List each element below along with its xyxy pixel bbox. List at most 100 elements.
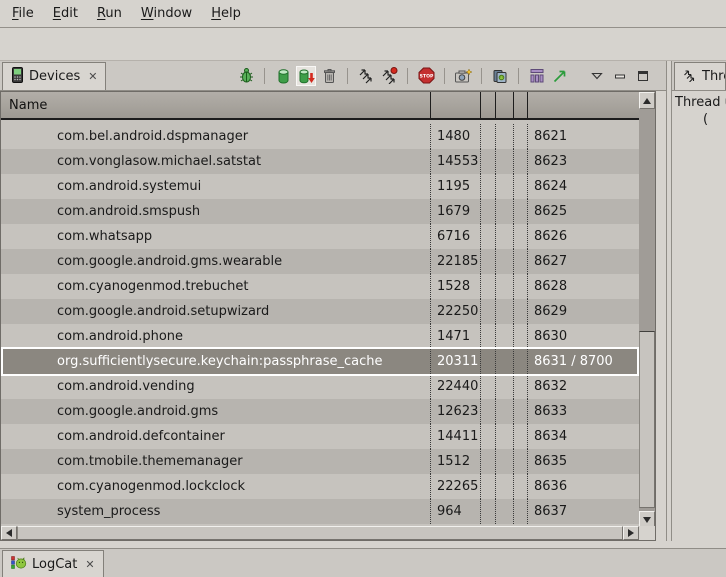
- cell-name: com.google.android.gms: [1, 399, 430, 424]
- cell-pid: 22265: [430, 474, 480, 499]
- cell-n2: [495, 149, 513, 174]
- cell-port: 8633: [527, 399, 639, 424]
- devices-tabbar: Devices ✕: [0, 61, 666, 91]
- capture-device-screen-icon[interactable]: [491, 67, 509, 85]
- cell-port: 8632: [527, 374, 639, 399]
- cell-port: 8634: [527, 424, 639, 449]
- cell-n1: [480, 474, 495, 499]
- cell-port: 8636: [527, 474, 639, 499]
- cell-name: system_process: [1, 499, 430, 524]
- vertical-scroll-thumb[interactable]: [639, 331, 655, 508]
- scroll-right-button[interactable]: [623, 526, 639, 540]
- table-row[interactable]: com.whatsapp67168626: [1, 224, 639, 249]
- cell-name: com.android.smspush: [1, 199, 430, 224]
- column-header-heap[interactable]: [495, 92, 513, 118]
- cell-name: com.google.android.gms.wearable: [1, 249, 430, 274]
- scroll-up-button[interactable]: [639, 92, 655, 109]
- toolbar-separator: [347, 68, 348, 84]
- cell-pid: 1528: [430, 274, 480, 299]
- vertical-scrollbar[interactable]: [639, 92, 655, 528]
- logcat-icon: [11, 555, 27, 574]
- column-header-status[interactable]: [513, 92, 527, 118]
- table-row[interactable]: com.google.android.gms12623 8633: [1, 399, 639, 424]
- devices-table: Name com.bel.android.dspmanager14808621c…: [0, 91, 656, 541]
- cell-name: com.google.android.setupwizard: [1, 299, 430, 324]
- logcat-panel: LogCat ✕: [0, 548, 726, 577]
- cell-n3: [513, 399, 527, 424]
- cell-name: com.android.systemui: [1, 174, 430, 199]
- table-row[interactable]: com.android.phone14718630: [1, 324, 639, 349]
- table-row[interactable]: org.sufficientlysecure.keychain:passphra…: [1, 349, 639, 374]
- menu-file[interactable]: File: [10, 4, 36, 23]
- table-row[interactable]: com.cyanogenmod.trebuchet15288628: [1, 274, 639, 299]
- table-row[interactable]: com.cyanogenmod.lockclock222658636: [1, 474, 639, 499]
- cell-port: 8625: [527, 199, 639, 224]
- close-icon[interactable]: ✕: [85, 559, 94, 570]
- cell-n3: [513, 124, 527, 149]
- table-row[interactable]: com.google.android.setupwizard222508629: [1, 299, 639, 324]
- column-header-port[interactable]: [527, 92, 639, 118]
- cell-n3: [513, 249, 527, 274]
- cell-pid: 964: [430, 499, 480, 524]
- threads-panel: Threads Thread up (: [672, 61, 726, 541]
- update-threads-icon[interactable]: [357, 67, 375, 85]
- cell-n3: [513, 374, 527, 399]
- table-row[interactable]: com.android.defcontainer144118634: [1, 424, 639, 449]
- dump-hprof-icon[interactable]: [297, 67, 315, 85]
- dump-view-hierarchy-icon[interactable]: [528, 67, 546, 85]
- cell-pid: 1679: [430, 199, 480, 224]
- cell-n2: [495, 174, 513, 199]
- tab-threads[interactable]: Threads: [674, 62, 726, 90]
- update-heap-icon[interactable]: [274, 67, 292, 85]
- menu-edit[interactable]: Edit: [51, 4, 80, 23]
- ddms-window: File Edit Run Window Help Devices ✕: [0, 0, 726, 577]
- scroll-left-button[interactable]: [1, 526, 17, 540]
- menu-run[interactable]: Run: [95, 4, 124, 23]
- menu-window[interactable]: Window: [139, 4, 194, 23]
- view-menu-icon[interactable]: [588, 67, 606, 85]
- cell-n3: [513, 224, 527, 249]
- start-method-profiling-icon[interactable]: [380, 67, 398, 85]
- cell-name: com.android.defcontainer: [1, 424, 430, 449]
- column-header-name[interactable]: Name: [1, 92, 430, 118]
- table-row[interactable]: com.vonglasow.michael.satstat145538623: [1, 149, 639, 174]
- tab-devices-label: Devices: [29, 69, 80, 84]
- table-row[interactable]: com.bel.android.dspmanager14808621: [1, 124, 639, 149]
- horizontal-scroll-thumb[interactable]: [17, 526, 623, 540]
- bottom-sash[interactable]: [0, 541, 726, 548]
- table-row[interactable]: com.google.android.gms.wearable221858627: [1, 249, 639, 274]
- table-row[interactable]: com.android.smspush1679 8625: [1, 199, 639, 224]
- cell-pid: 22185: [430, 249, 480, 274]
- cell-pid: 1512: [430, 449, 480, 474]
- cell-pid: 1480: [430, 124, 480, 149]
- toolbar-separator: [518, 68, 519, 84]
- cell-n1: [480, 124, 495, 149]
- cell-n3: [513, 174, 527, 199]
- table-row[interactable]: com.tmobile.thememanager15128635: [1, 449, 639, 474]
- maximize-icon[interactable]: [634, 67, 652, 85]
- cause-gc-icon[interactable]: [320, 67, 338, 85]
- minimize-icon[interactable]: [611, 67, 629, 85]
- table-row[interactable]: com.android.vending224408632: [1, 374, 639, 399]
- menu-help[interactable]: Help: [209, 4, 243, 23]
- tab-logcat[interactable]: LogCat ✕: [2, 550, 104, 577]
- cell-n1: [480, 274, 495, 299]
- cell-pid: 20311: [430, 349, 480, 374]
- phone-icon: [11, 67, 24, 87]
- column-header-thread[interactable]: [480, 92, 495, 118]
- cell-n3: [513, 324, 527, 349]
- stop-process-icon[interactable]: STOP: [417, 67, 435, 85]
- cell-n3: [513, 449, 527, 474]
- toolbar-separator: [407, 68, 408, 84]
- start-opengl-trace-icon[interactable]: [551, 67, 569, 85]
- column-header-pid[interactable]: [430, 92, 480, 118]
- table-row[interactable]: system_process9648637: [1, 499, 639, 524]
- cell-pid: 12623: [430, 399, 480, 424]
- close-icon[interactable]: ✕: [88, 71, 97, 82]
- table-row[interactable]: com.android.systemui11958624: [1, 174, 639, 199]
- horizontal-scrollbar[interactable]: [1, 526, 639, 540]
- cell-name: com.vonglasow.michael.satstat: [1, 149, 430, 174]
- debug-process-icon[interactable]: [237, 67, 255, 85]
- tab-devices[interactable]: Devices ✕: [2, 62, 106, 90]
- screen-capture-icon[interactable]: [454, 67, 472, 85]
